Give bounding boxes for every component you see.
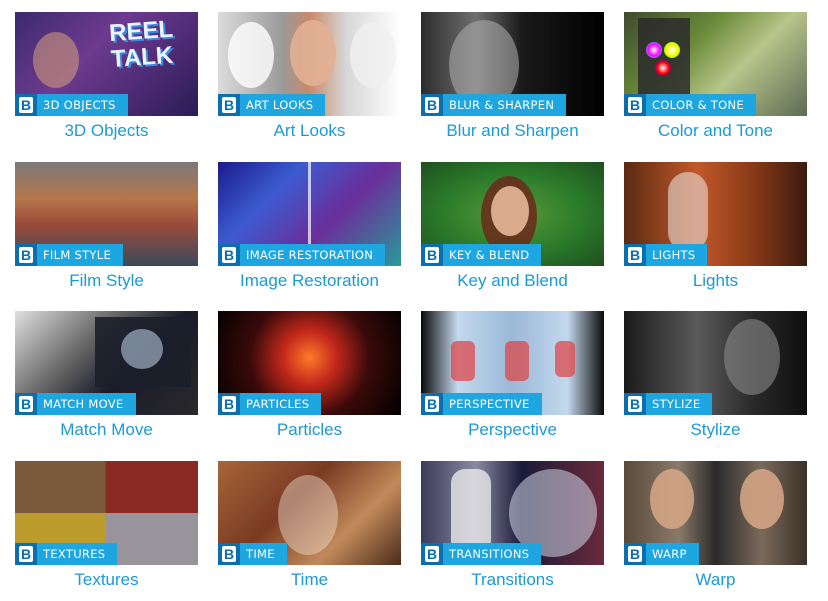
- category-thumbnail[interactable]: B PARTICLES: [218, 311, 401, 415]
- badge-label: TIME: [246, 547, 275, 561]
- category-caption[interactable]: Particles: [218, 419, 401, 441]
- category-caption[interactable]: Art Looks: [218, 120, 401, 142]
- category-badge: B IMAGE RESTORATION: [218, 244, 386, 266]
- badge-label: COLOR & TONE: [652, 98, 744, 112]
- category-thumbnail[interactable]: B MATCH MOVE: [15, 311, 198, 415]
- badge-label: KEY & BLEND: [449, 248, 530, 262]
- category-tile-match-move[interactable]: B MATCH MOVE Match Move: [15, 311, 198, 451]
- badge-label: FILM STYLE: [43, 248, 112, 262]
- boris-logo-icon: B: [421, 244, 443, 266]
- category-thumbnail[interactable]: B TRANSITIONS: [421, 461, 604, 565]
- category-badge: B COLOR & TONE: [624, 94, 756, 116]
- boris-logo-icon: B: [15, 543, 37, 565]
- category-caption[interactable]: Lights: [624, 270, 807, 292]
- category-badge: B TEXTURES: [15, 543, 118, 565]
- category-badge: B TRANSITIONS: [421, 543, 542, 565]
- category-caption[interactable]: Perspective: [421, 419, 604, 441]
- reel-talk-logo-text: REEL TALK: [108, 15, 174, 74]
- boris-logo-icon: B: [624, 393, 646, 415]
- category-badge: B FILM STYLE: [15, 244, 124, 266]
- category-badge: B ART LOOKS: [218, 94, 326, 116]
- category-badge: B WARP: [624, 543, 699, 565]
- category-badge: B 3D OBJECTS: [15, 94, 128, 116]
- category-thumbnail[interactable]: B FILM STYLE: [15, 162, 198, 266]
- badge-label: TRANSITIONS: [449, 547, 530, 561]
- category-badge: B STYLIZE: [624, 393, 713, 415]
- category-tile-blur-sharpen[interactable]: B BLUR & SHARPEN Blur and Sharpen: [421, 12, 604, 152]
- category-thumbnail[interactable]: B TEXTURES: [15, 461, 198, 565]
- category-thumbnail[interactable]: B KEY & BLEND: [421, 162, 604, 266]
- category-grid: REEL TALK B 3D OBJECTS 3D Objects B ART …: [0, 0, 828, 596]
- badge-label: TEXTURES: [43, 547, 106, 561]
- category-caption[interactable]: 3D Objects: [15, 120, 198, 142]
- boris-logo-icon: B: [218, 393, 240, 415]
- category-tile-time[interactable]: B TIME Time: [218, 461, 401, 601]
- category-thumbnail[interactable]: B STYLIZE: [624, 311, 807, 415]
- category-caption[interactable]: Time: [218, 569, 401, 591]
- category-tile-color-tone[interactable]: B COLOR & TONE Color and Tone: [624, 12, 807, 152]
- boris-logo-icon: B: [421, 393, 443, 415]
- category-caption[interactable]: Textures: [15, 569, 198, 591]
- category-tile-stylize[interactable]: B STYLIZE Stylize: [624, 311, 807, 451]
- boris-logo-icon: B: [624, 543, 646, 565]
- category-caption[interactable]: Film Style: [15, 270, 198, 292]
- badge-label: PERSPECTIVE: [449, 397, 530, 411]
- category-tile-lights[interactable]: B LIGHTS Lights: [624, 162, 807, 302]
- category-tile-warp[interactable]: B WARP Warp: [624, 461, 807, 601]
- category-thumbnail[interactable]: B ART LOOKS: [218, 12, 401, 116]
- boris-logo-icon: B: [218, 543, 240, 565]
- category-tile-key-blend[interactable]: B KEY & BLEND Key and Blend: [421, 162, 604, 302]
- boris-logo-icon: B: [218, 94, 240, 116]
- category-thumbnail[interactable]: B BLUR & SHARPEN: [421, 12, 604, 116]
- category-thumbnail[interactable]: B COLOR & TONE: [624, 12, 807, 116]
- boris-logo-icon: B: [421, 94, 443, 116]
- category-thumbnail[interactable]: B WARP: [624, 461, 807, 565]
- badge-label: MATCH MOVE: [43, 397, 124, 411]
- category-tile-textures[interactable]: B TEXTURES Textures: [15, 461, 198, 601]
- category-tile-perspective[interactable]: B PERSPECTIVE Perspective: [421, 311, 604, 451]
- badge-label: PARTICLES: [246, 397, 310, 411]
- category-tile-3d-objects[interactable]: REEL TALK B 3D OBJECTS 3D Objects: [15, 12, 198, 152]
- badge-label: LIGHTS: [652, 248, 696, 262]
- boris-logo-icon: B: [421, 543, 443, 565]
- category-thumbnail[interactable]: B IMAGE RESTORATION: [218, 162, 401, 266]
- category-caption[interactable]: Image Restoration: [218, 270, 401, 292]
- category-tile-image-restoration[interactable]: B IMAGE RESTORATION Image Restoration: [218, 162, 401, 302]
- category-caption[interactable]: Transitions: [421, 569, 604, 591]
- category-caption[interactable]: Key and Blend: [421, 270, 604, 292]
- category-thumbnail[interactable]: REEL TALK B 3D OBJECTS: [15, 12, 198, 116]
- category-tile-film-style[interactable]: B FILM STYLE Film Style: [15, 162, 198, 302]
- boris-logo-icon: B: [624, 94, 646, 116]
- category-thumbnail[interactable]: B LIGHTS: [624, 162, 807, 266]
- category-badge: B PERSPECTIVE: [421, 393, 542, 415]
- badge-label: ART LOOKS: [246, 98, 314, 112]
- category-caption[interactable]: Color and Tone: [624, 120, 807, 142]
- category-badge: B BLUR & SHARPEN: [421, 94, 567, 116]
- category-tile-particles[interactable]: B PARTICLES Particles: [218, 311, 401, 451]
- badge-label: IMAGE RESTORATION: [246, 248, 374, 262]
- category-badge: B TIME: [218, 543, 287, 565]
- category-caption[interactable]: Stylize: [624, 419, 807, 441]
- category-thumbnail[interactable]: B TIME: [218, 461, 401, 565]
- category-badge: B LIGHTS: [624, 244, 708, 266]
- category-thumbnail[interactable]: B PERSPECTIVE: [421, 311, 604, 415]
- badge-label: 3D OBJECTS: [43, 98, 116, 112]
- boris-logo-icon: B: [15, 244, 37, 266]
- badge-label: WARP: [652, 547, 687, 561]
- category-tile-transitions[interactable]: B TRANSITIONS Transitions: [421, 461, 604, 601]
- category-tile-art-looks[interactable]: B ART LOOKS Art Looks: [218, 12, 401, 152]
- category-caption[interactable]: Match Move: [15, 419, 198, 441]
- category-badge: B PARTICLES: [218, 393, 322, 415]
- category-caption[interactable]: Blur and Sharpen: [421, 120, 604, 142]
- boris-logo-icon: B: [218, 244, 240, 266]
- badge-label: STYLIZE: [652, 397, 701, 411]
- category-badge: B KEY & BLEND: [421, 244, 542, 266]
- boris-logo-icon: B: [15, 393, 37, 415]
- category-caption[interactable]: Warp: [624, 569, 807, 591]
- category-badge: B MATCH MOVE: [15, 393, 136, 415]
- badge-label: BLUR & SHARPEN: [449, 98, 555, 112]
- boris-logo-icon: B: [15, 94, 37, 116]
- boris-logo-icon: B: [624, 244, 646, 266]
